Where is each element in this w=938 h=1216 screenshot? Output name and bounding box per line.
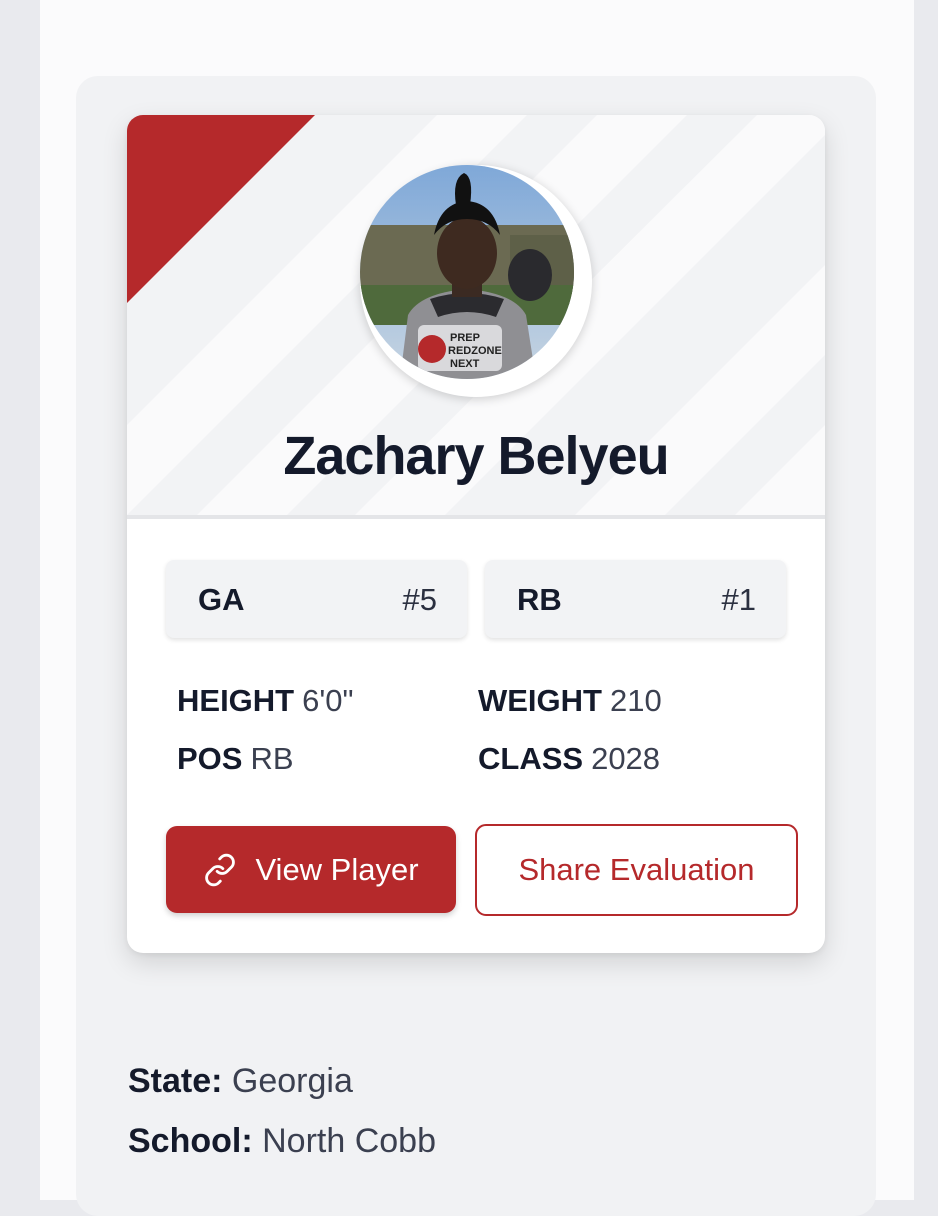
card-header: PREP REDZONE NEXT Zachary Belyeu xyxy=(127,115,825,517)
svg-text:PREP: PREP xyxy=(450,332,480,344)
player-name: Zachary Belyeu xyxy=(283,426,669,486)
rank-value: #1 xyxy=(721,582,756,617)
height-label: HEIGHT xyxy=(177,683,295,718)
class-value: 2028 xyxy=(591,741,661,776)
rank-label: RB xyxy=(517,582,562,617)
position-rank-chip: RB #1 xyxy=(485,560,786,638)
weight-stat: WEIGHT 210 xyxy=(478,683,662,719)
school-value: North Cobb xyxy=(262,1122,436,1160)
school-line: School: North Cobb xyxy=(128,1122,436,1161)
weight-value: 210 xyxy=(610,683,662,718)
share-evaluation-label: Share Evaluation xyxy=(518,852,755,887)
svg-text:NEXT: NEXT xyxy=(450,358,480,370)
svg-text:REDZONE: REDZONE xyxy=(448,345,502,357)
view-player-label: View Player xyxy=(255,851,419,887)
school-label: School: xyxy=(128,1122,253,1160)
rank-label: GA xyxy=(198,582,245,617)
class-stat: CLASS 2028 xyxy=(478,741,660,777)
link-icon xyxy=(205,853,236,886)
rank-value: #5 xyxy=(402,582,437,617)
player-photo: PREP REDZONE NEXT xyxy=(360,165,574,379)
pos-label: POS xyxy=(177,741,243,776)
divider xyxy=(127,515,825,519)
pos-value: RB xyxy=(250,741,294,776)
view-player-button[interactable]: View Player xyxy=(166,826,456,913)
player-card: PREP REDZONE NEXT Zachary Belyeu GA #5 R… xyxy=(127,115,825,953)
height-value: 6'0" xyxy=(302,683,354,718)
state-label: State: xyxy=(128,1062,223,1100)
pos-stat: POS RB xyxy=(177,741,294,777)
weight-label: WEIGHT xyxy=(478,683,602,718)
class-label: CLASS xyxy=(478,741,584,776)
avatar: PREP REDZONE NEXT xyxy=(360,165,592,397)
state-line: State: Georgia xyxy=(128,1062,353,1101)
state-rank-chip: GA #5 xyxy=(166,560,467,638)
state-value: Georgia xyxy=(231,1062,353,1100)
height-stat: HEIGHT 6'0" xyxy=(177,683,354,719)
share-evaluation-button[interactable]: Share Evaluation xyxy=(475,824,798,916)
